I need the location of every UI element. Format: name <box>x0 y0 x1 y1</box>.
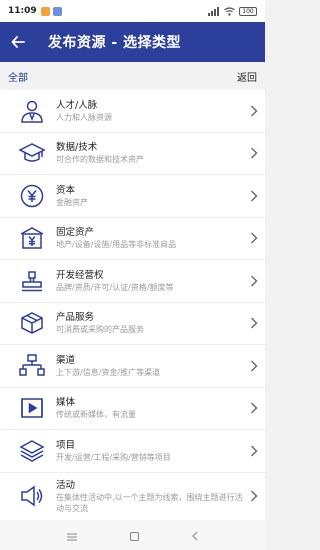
item-title: 资本 <box>56 184 76 196</box>
speaker-icon <box>14 478 50 514</box>
page-title: 发布资源 - 选择类型 <box>48 35 182 51</box>
item-title: 项目 <box>56 439 76 451</box>
subheader: 全部 返回 <box>0 62 265 90</box>
list-item-channels[interactable]: 渠道 上下游/信息/资金/推广等渠道 <box>0 345 265 388</box>
list-item-activities[interactable]: 活动 在集体性活动中,以一个主题为线索，围绕主题进行活动与交流 <box>0 473 265 521</box>
stamp-icon <box>14 263 50 299</box>
item-desc: 品牌/资质/许可/认证/资格/额度等 <box>56 282 174 292</box>
signal-icon <box>208 6 219 16</box>
back-nav-icon[interactable] <box>192 526 198 545</box>
return-link[interactable]: 返回 <box>237 69 257 84</box>
item-title: 数据/技术 <box>56 142 98 154</box>
list-item-media[interactable]: 媒体 传统或新媒体，有流量 <box>0 388 265 430</box>
item-desc: 传统或新媒体，有流量 <box>56 410 136 420</box>
item-title: 渠道 <box>56 354 76 366</box>
notification-message-icon <box>52 6 62 16</box>
category-label: 全部 <box>8 72 28 84</box>
item-title: 固定资产 <box>56 227 95 239</box>
chevron-right-icon <box>243 105 265 117</box>
list-item-operating-rights[interactable]: 开发经营权 品牌/资质/许可/认证/资格/额度等 <box>0 260 265 303</box>
chevron-right-icon <box>243 317 265 329</box>
list-item-fixed-assets[interactable]: 固定资产 地产/设备/设施/用品等非标准商品 <box>0 218 265 260</box>
graduation-cap-icon <box>14 135 50 171</box>
chevron-right-icon <box>243 275 265 287</box>
chevron-right-icon <box>243 232 265 244</box>
chevron-right-icon <box>243 490 265 502</box>
home-icon[interactable] <box>129 526 139 545</box>
item-desc: 人力和人脉资源 <box>56 112 112 122</box>
battery-icon: 100 <box>239 6 257 16</box>
chevron-right-icon <box>243 190 265 202</box>
list-item-data-tech[interactable]: 数据/技术 可合作的数据和技术资产 <box>0 133 265 175</box>
building-yen-icon <box>14 220 50 256</box>
item-title: 开发经营权 <box>56 269 104 281</box>
menu-icon[interactable] <box>66 526 77 545</box>
resource-type-list: 人才/人脉 人力和人脉资源 数据/技术 可合作的数据和技术资产 资本 金融资产 … <box>0 90 265 521</box>
item-desc: 上下游/信息/资金/推广等渠道 <box>56 367 161 377</box>
list-item-capital[interactable]: 资本 金融资产 <box>0 175 265 218</box>
item-desc: 在集体性活动中,以一个主题为线索，围绕主题进行活动与交流 <box>56 492 243 513</box>
chevron-right-icon <box>243 360 265 372</box>
item-title: 人才/人脉 <box>56 99 98 111</box>
list-item-talent[interactable]: 人才/人脉 人力和人脉资源 <box>0 90 265 133</box>
list-item-projects[interactable]: 项目 开发/运营/工程/采购/营销等项目 <box>0 430 265 473</box>
item-title: 活动 <box>56 479 76 491</box>
app-header: 发布资源 - 选择类型 <box>0 22 265 62</box>
chevron-right-icon <box>243 147 265 159</box>
chevron-right-icon <box>243 445 265 457</box>
wifi-icon <box>224 6 235 16</box>
play-icon <box>14 390 50 426</box>
status-bar: 11:09 100 <box>0 0 265 22</box>
back-arrow-icon[interactable] <box>0 22 36 62</box>
network-icon <box>14 348 50 384</box>
yen-coin-icon <box>14 178 50 214</box>
item-desc: 金融资产 <box>56 197 88 207</box>
box-icon <box>14 305 50 341</box>
item-desc: 可消费或采购的产品服务 <box>56 325 144 335</box>
notification-app-icon <box>40 6 50 16</box>
item-title: 媒体 <box>56 397 76 409</box>
system-nav-bar <box>0 520 265 550</box>
item-title: 产品服务 <box>56 312 95 324</box>
chevron-right-icon <box>243 402 265 414</box>
layers-icon <box>14 433 50 469</box>
item-desc: 可合作的数据和技术资产 <box>56 155 144 165</box>
item-desc: 地产/设备/设施/用品等非标准商品 <box>56 240 177 250</box>
list-item-products-services[interactable]: 产品服务 可消费或采购的产品服务 <box>0 303 265 345</box>
item-desc: 开发/运营/工程/采购/营销等项目 <box>56 452 171 462</box>
status-time: 11:09 <box>8 6 37 16</box>
person-icon <box>14 93 50 129</box>
